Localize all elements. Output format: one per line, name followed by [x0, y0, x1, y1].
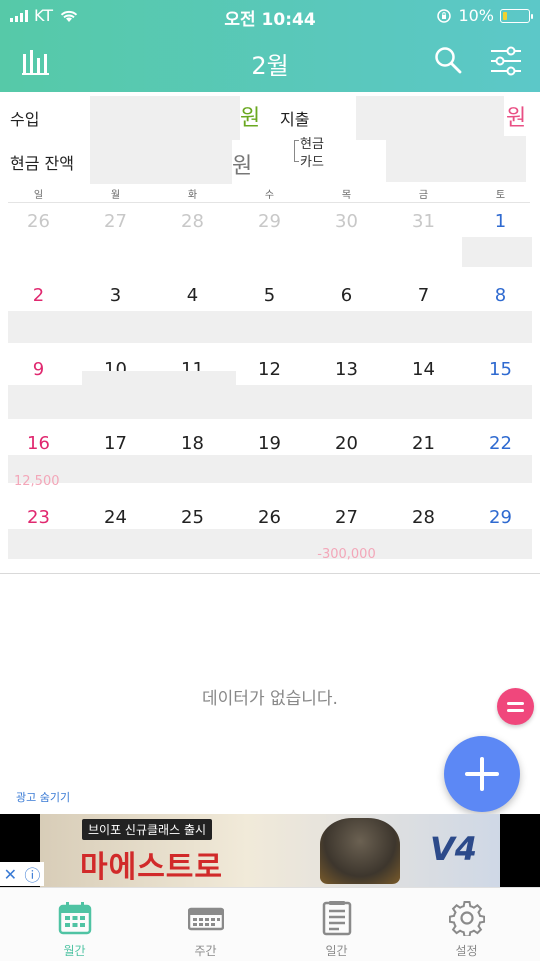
weekday-tue: 화: [187, 190, 198, 201]
cash-label: 현금: [300, 137, 324, 152]
day-cell[interactable]: 13: [308, 359, 385, 380]
day-cell[interactable]: 12: [231, 359, 308, 380]
calendar-month-icon: [58, 902, 91, 935]
tab-monthly-label: 월간: [63, 944, 86, 958]
weekday-thu: 목: [341, 190, 352, 201]
day-cell[interactable]: 29: [231, 211, 308, 232]
empty-message: 데이터가 없습니다.: [202, 689, 338, 709]
card-label: 카드: [300, 155, 324, 170]
ad-tag: 브이포 신규클래스 출시: [82, 819, 213, 840]
day-cell[interactable]: 27: [77, 211, 154, 232]
status-bar: KT 오전 10:44 10%: [0, 0, 540, 32]
divider: [8, 202, 530, 203]
expense-amount-redacted: [356, 96, 504, 140]
income-label: 수입: [10, 110, 40, 129]
cash-balance-label: 현금 잔액: [10, 154, 74, 173]
income-amount-redacted: [90, 96, 240, 140]
weekday-sun: 일: [33, 190, 44, 201]
cash-card-redacted: [386, 136, 526, 182]
ad-brand: 마에스트로: [80, 850, 223, 885]
add-entry-button[interactable]: [444, 736, 520, 812]
ad-banner[interactable]: 브이포 신규클래스 출시 마에스트로 V4 ✕ ⓘ: [0, 814, 540, 887]
income-unit: 원: [240, 106, 261, 131]
day-cell[interactable]: 25: [154, 507, 231, 528]
day-cell[interactable]: 24: [77, 507, 154, 528]
day-cell[interactable]: 3: [77, 285, 154, 306]
orientation-lock-icon: [437, 8, 452, 23]
tab-settings[interactable]: 설정: [399, 900, 534, 959]
day-cell[interactable]: 20: [308, 433, 385, 454]
day-cell[interactable]: 9: [0, 359, 77, 380]
day-cell[interactable]: 7: [385, 285, 462, 306]
ad-logo: V4: [430, 830, 478, 868]
day-cell[interactable]: 8: [462, 285, 539, 306]
amount-redacted: [8, 385, 532, 419]
day-cell[interactable]: 28: [385, 507, 462, 528]
day-cell[interactable]: 26: [231, 507, 308, 528]
summary-panel: 수입 원 지출 원 현금 잔액 원 현금 카드: [0, 92, 540, 184]
nav-bar: 2월: [0, 32, 540, 92]
tab-settings-label: 설정: [455, 944, 478, 958]
day-cell[interactable]: 27: [308, 507, 385, 528]
weekday-header: 일 월 화 수 목 금 토: [0, 186, 540, 202]
expense-label: 지출: [280, 110, 310, 129]
ad-character-image: [320, 818, 400, 884]
expense-unit: 원: [506, 106, 527, 131]
app-header: KT 오전 10:44 10% 2월: [0, 0, 540, 92]
day-cell[interactable]: 15: [462, 359, 539, 380]
search-icon[interactable]: [434, 46, 462, 74]
battery-icon: [500, 8, 533, 23]
day-cell[interactable]: 5: [231, 285, 308, 306]
day-amount: -300,000: [317, 547, 376, 562]
battery-percent: 10%: [458, 6, 494, 25]
notepad-icon: [322, 901, 351, 936]
day-cell[interactable]: 19: [231, 433, 308, 454]
day-cell[interactable]: 23: [0, 507, 77, 528]
day-cell[interactable]: 17: [77, 433, 154, 454]
day-cell[interactable]: 28: [154, 211, 231, 232]
amount-redacted: [8, 311, 532, 343]
day-cell[interactable]: 16: [0, 433, 77, 454]
day-cell[interactable]: 26: [0, 211, 77, 232]
divider: [0, 573, 540, 574]
tab-daily-label: 일간: [325, 944, 348, 958]
day-cell[interactable]: 21: [385, 433, 462, 454]
day-cell[interactable]: 6: [308, 285, 385, 306]
cash-balance-unit: 원: [232, 154, 253, 179]
day-cell[interactable]: 4: [154, 285, 231, 306]
tab-monthly[interactable]: 월간: [7, 900, 142, 959]
tab-weekly-label: 주간: [194, 944, 217, 958]
amount-redacted: [462, 237, 532, 267]
day-cell[interactable]: 30: [308, 211, 385, 232]
day-cell[interactable]: 22: [462, 433, 539, 454]
day-cell[interactable]: 29: [462, 507, 539, 528]
calendar-week-icon: [187, 907, 224, 931]
day-cell[interactable]: 18: [154, 433, 231, 454]
tab-daily[interactable]: 일간: [269, 900, 404, 959]
amount-redacted: [8, 455, 532, 483]
day-cell[interactable]: 14: [385, 359, 462, 380]
day-cell[interactable]: 31: [385, 211, 462, 232]
day-cell[interactable]: 1: [462, 211, 539, 232]
amount-redacted: [8, 529, 532, 559]
tab-weekly[interactable]: 주간: [138, 900, 273, 959]
close-icon[interactable]: ✕: [4, 865, 17, 884]
weekday-fri: 금: [418, 190, 429, 201]
weekday-mon: 월: [110, 190, 121, 201]
ad-image[interactable]: 브이포 신규클래스 출시 마에스트로 V4: [40, 814, 500, 887]
day-amount: 12,500: [14, 474, 60, 489]
day-cell[interactable]: 2: [0, 285, 77, 306]
cash-card-legend: 현금 카드: [294, 136, 324, 172]
weekday-sat: 토: [495, 190, 506, 201]
cash-balance-redacted: [90, 138, 232, 184]
summary-toggle-button[interactable]: [497, 688, 534, 725]
filter-icon[interactable]: [490, 46, 522, 76]
weekday-wed: 수: [264, 190, 275, 201]
gear-icon: [448, 901, 485, 936]
tab-bar: 월간 주간 일간 설정: [0, 887, 540, 961]
hide-ad-link[interactable]: 광고 숨기기: [16, 789, 70, 805]
ad-choices[interactable]: ✕ ⓘ: [0, 862, 44, 886]
info-icon[interactable]: ⓘ: [24, 862, 40, 886]
